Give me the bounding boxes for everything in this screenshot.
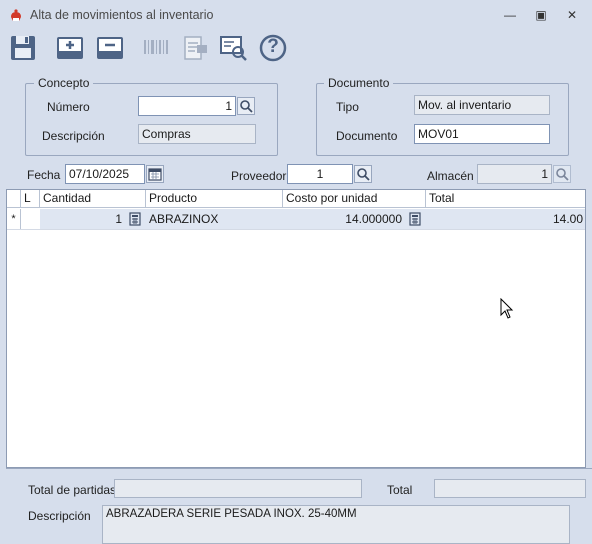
save-icon[interactable]	[8, 33, 38, 63]
almacen-lookup-button	[553, 165, 571, 183]
total-label: Total	[387, 483, 413, 497]
costo-calculator-button[interactable]	[404, 209, 426, 229]
total-field	[434, 479, 586, 498]
column-header-l[interactable]: L	[21, 190, 40, 208]
fecha-input[interactable]: 07/10/2025	[65, 164, 145, 184]
add-row-icon[interactable]	[55, 33, 85, 63]
help-button[interactable]: ?	[258, 33, 288, 63]
descripcion-producto-label: Descripción	[28, 509, 91, 523]
close-button[interactable]: ✕	[563, 7, 581, 23]
mouse-cursor-icon	[500, 298, 514, 319]
fecha-label: Fecha	[27, 168, 61, 182]
row-divider	[7, 229, 585, 230]
column-header-producto[interactable]: Producto	[146, 190, 283, 208]
calendar-button[interactable]	[146, 165, 164, 183]
tipo-label: Tipo	[336, 100, 359, 114]
almacen-field: 1	[477, 164, 552, 184]
window-title: Alta de movimientos al inventario	[30, 8, 214, 22]
document-disabled-icon	[184, 36, 207, 60]
help-glyph: ?	[267, 36, 279, 57]
column-header-cantidad[interactable]: Cantidad	[40, 190, 146, 208]
barcode-icon	[144, 40, 168, 54]
numero-input[interactable]: 1	[138, 96, 236, 116]
tipo-field: Mov. al inventario	[414, 95, 550, 115]
search-document-icon[interactable]	[218, 33, 248, 63]
cantidad-cell[interactable]: 1	[40, 209, 124, 229]
documento-legend: Documento	[324, 76, 394, 90]
calculator-icon	[129, 212, 141, 226]
partidas-field	[114, 479, 362, 498]
documento-label: Documento	[336, 129, 398, 143]
proveedor-label: Proveedor	[231, 169, 287, 183]
column-header-costo[interactable]: Costo por unidad	[283, 190, 426, 208]
maximize-button[interactable]: ▣	[532, 7, 550, 23]
concepto-legend: Concepto	[34, 76, 94, 90]
movements-grid[interactable]: L Cantidad Producto Costo por unidad Tot…	[6, 189, 586, 468]
proveedor-input[interactable]: 1	[287, 164, 353, 184]
documento-group	[316, 83, 569, 156]
descripcion-concepto-label: Descripción	[42, 129, 105, 143]
concepto-group	[25, 83, 278, 156]
row-marker: *	[7, 209, 21, 229]
documento-input[interactable]: MOV01	[414, 124, 550, 144]
total-cell: 14.00	[426, 209, 585, 229]
calendar-icon	[148, 168, 162, 181]
magnifier-icon	[357, 168, 370, 181]
column-header-total[interactable]: Total	[426, 190, 585, 208]
costo-cell[interactable]: 14.000000	[283, 209, 404, 229]
remove-row-icon[interactable]	[95, 33, 125, 63]
partidas-label: Total de partidas	[28, 483, 117, 497]
cantidad-calculator-button[interactable]	[124, 209, 146, 229]
descripcion-producto-field: ABRAZADERA SERIE PESADA INOX. 25-40MM	[102, 505, 570, 544]
descripcion-concepto-field: Compras	[138, 124, 256, 144]
row-header-corner	[7, 190, 21, 208]
almacen-label: Almacén	[427, 169, 474, 183]
magnifier-icon	[240, 100, 253, 113]
proveedor-lookup-button[interactable]	[354, 165, 372, 183]
numero-label: Número	[47, 100, 90, 114]
producto-cell[interactable]: ABRAZINOX	[146, 209, 283, 229]
app-icon	[11, 9, 21, 21]
calculator-icon	[409, 212, 421, 226]
numero-lookup-button[interactable]	[237, 97, 255, 115]
magnifier-icon	[556, 168, 569, 181]
minimize-button[interactable]: —	[501, 7, 519, 23]
